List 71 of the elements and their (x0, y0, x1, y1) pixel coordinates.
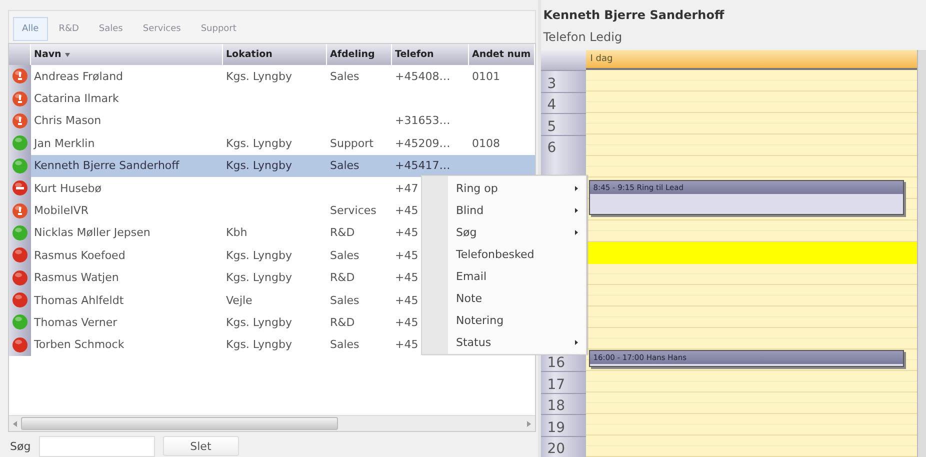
table-cell: +45408… (395, 70, 450, 83)
menu-item[interactable]: Notering (422, 309, 586, 331)
name-cell[interactable]: Rasmus Koefoed (31, 248, 223, 262)
table-cell: Vejle (226, 294, 252, 307)
vertical-scrollbar[interactable] (917, 70, 926, 457)
table-cell: Support (330, 136, 374, 150)
name-cell[interactable]: Kurt Husebø (31, 182, 223, 195)
table-cell: Sales (330, 338, 360, 352)
table-cell: Sales (330, 70, 360, 83)
name-cell[interactable]: Thomas Verner (31, 316, 223, 329)
column-header[interactable]: Lokation (223, 44, 327, 65)
name-cell[interactable]: Catarina Ilmark (31, 92, 223, 106)
column-header[interactable]: Afdeling (327, 44, 392, 65)
column-header[interactable]: Telefon (392, 44, 469, 65)
table-cell: +45417… (395, 159, 450, 172)
table-cell: Kgs. Lyngby (226, 338, 292, 352)
name-cell[interactable]: Rasmus Watjen (31, 271, 223, 284)
table-cell: +45 (395, 248, 418, 262)
contact-name: Kenneth Bjerre Sanderhoff (542, 7, 726, 23)
menu-item[interactable]: Note (422, 287, 586, 309)
name-cell[interactable]: Chris Mason (31, 114, 223, 128)
contact-status: Telefon Ledig (542, 29, 624, 45)
search-field[interactable] (38, 436, 155, 456)
table-cell: +45 (395, 316, 418, 329)
name-cell[interactable]: Nicklas Møller Jepsen (31, 226, 223, 240)
table-cell: +45209… (395, 136, 450, 150)
name-cell[interactable]: MobileIVR (31, 204, 223, 218)
menu-item[interactable]: Søg (422, 221, 586, 243)
table-cell: R&D (330, 271, 355, 284)
name-cell[interactable]: Andreas Frøland (31, 70, 223, 83)
horizontal-scrollbar[interactable] (9, 415, 536, 431)
table-cell: Kgs. Lyngby (226, 316, 292, 329)
table-cell: Kbh (226, 226, 248, 240)
search-label: Søg (9, 440, 31, 452)
menu-item[interactable]: Telefonbesked (422, 243, 586, 265)
table-cell: Sales (330, 159, 360, 172)
table-cell: Kgs. Lyngby (226, 70, 292, 83)
menu-item[interactable]: Blind (422, 199, 586, 221)
calendar-corner (541, 50, 586, 70)
name-cell[interactable]: Jan Merklin (31, 136, 223, 150)
table-cell: R&D (330, 226, 355, 240)
menu-item[interactable]: Email (422, 265, 586, 287)
table-cell: +45 (395, 204, 418, 218)
name-cell[interactable]: Kenneth Bjerre Sanderhoff (31, 159, 223, 172)
scroll-right-icon[interactable] (527, 420, 532, 426)
scroll-left-icon[interactable] (13, 420, 17, 426)
name-cell[interactable]: Thomas Ahlfeldt (31, 294, 223, 307)
table-cell: +45 (395, 294, 418, 307)
table-cell: Sales (330, 294, 360, 307)
table-cell: +47 (395, 182, 418, 195)
table-cell: +45 (395, 338, 418, 352)
day-header: I dag (586, 50, 917, 70)
scrollbar-thumb[interactable] (21, 417, 338, 430)
table-cell: +45 (395, 271, 418, 284)
menu-item[interactable]: Ring op (422, 177, 586, 199)
table-cell: Kgs. Lyngby (226, 271, 292, 284)
column-header[interactable]: Navn (31, 44, 223, 65)
column-header[interactable]: Andet num (469, 44, 536, 65)
table-cell: Sales (330, 248, 360, 262)
table-cell: Kgs. Lyngby (226, 159, 292, 172)
table-cell: 0101 (472, 70, 500, 83)
delete-button[interactable]: Slet (162, 436, 239, 456)
table-cell: Kgs. Lyngby (226, 136, 292, 150)
name-cell[interactable]: Torben Schmock (31, 338, 223, 352)
table-cell: Services (330, 204, 376, 218)
table-cell: Kgs. Lyngby (226, 248, 292, 262)
vertical-scrollbar[interactable] (917, 50, 926, 70)
table-cell: 0108 (472, 136, 500, 150)
table-cell: +45 (395, 226, 418, 240)
table-cell: R&D (330, 316, 355, 329)
table-cell: +31653… (395, 114, 450, 128)
